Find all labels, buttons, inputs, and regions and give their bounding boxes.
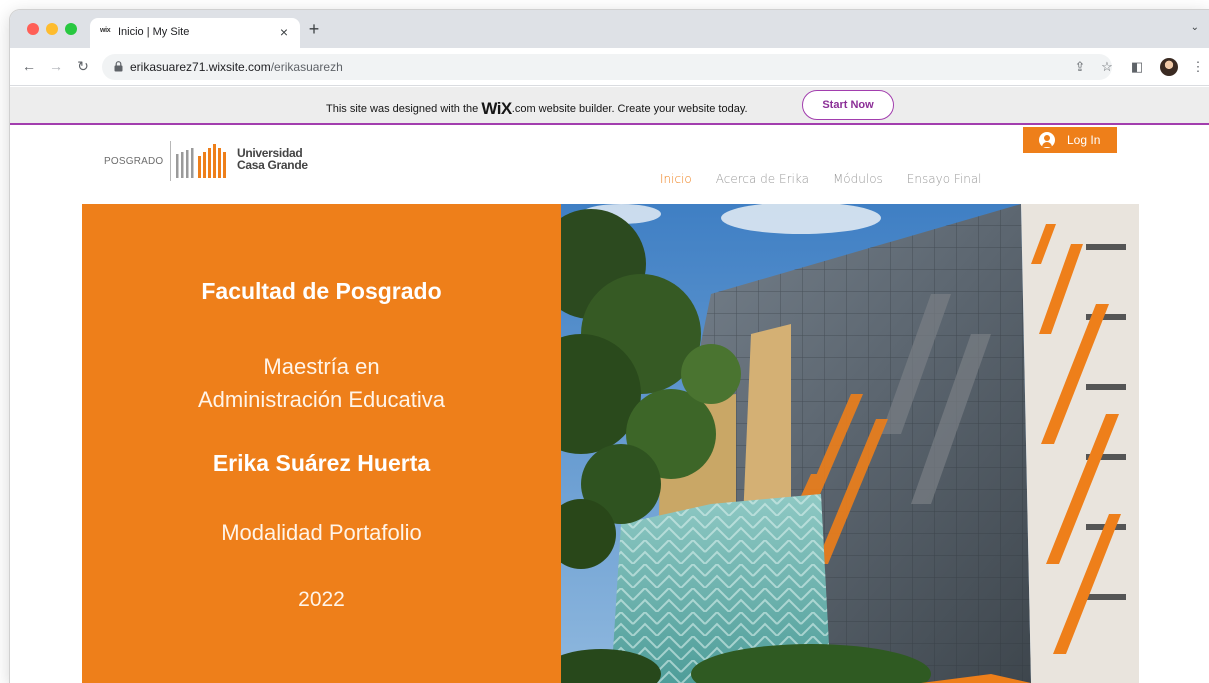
maximize-window-button[interactable]	[65, 23, 77, 35]
tab-close-icon[interactable]: ×	[280, 24, 288, 40]
hero-master-line-1: Maestría en	[263, 354, 380, 379]
back-arrow-icon[interactable]: ←	[20, 58, 38, 74]
logo-line-2: Casa Grande	[237, 158, 308, 172]
university-logo-mark-icon	[176, 144, 226, 178]
site-logo[interactable]: POSGRADO Universidad Casa Grande	[104, 139, 334, 183]
start-now-button[interactable]: Start Now	[802, 90, 894, 120]
wix-banner-text-before: This site was designed with the	[326, 103, 482, 115]
profile-avatar[interactable]	[1160, 58, 1178, 76]
user-avatar-icon	[1039, 132, 1055, 148]
browser-tab-active[interactable]: wix Inicio | My Site ×	[90, 18, 300, 48]
nav-item-inicio[interactable]: Inicio	[660, 172, 692, 190]
wix-promo-banner: This site was designed with the WiX.com …	[10, 87, 1209, 125]
star-icon[interactable]: ☆	[1099, 59, 1115, 75]
logo-posgrado-label: POSGRADO	[104, 156, 164, 167]
minimize-window-button[interactable]	[46, 23, 58, 35]
close-window-button[interactable]	[27, 23, 39, 35]
hero-section: Facultad de Posgrado Maestría en Administ…	[82, 204, 1139, 683]
side-panel-icon[interactable]: ◧	[1129, 59, 1145, 75]
logo-divider	[170, 141, 171, 181]
log-in-label: Log In	[1067, 133, 1101, 147]
hero-year: 2022	[298, 588, 345, 611]
nav-item-acerca-de-erika[interactable]: Acerca de Erika	[716, 172, 809, 190]
hero-master-program: Maestría en Administración Educativa	[82, 350, 561, 416]
share-icon[interactable]: ⇪	[1072, 59, 1088, 75]
hero-modality: Modalidad Portafolio	[221, 520, 422, 545]
nav-item-modulos[interactable]: Módulos	[833, 172, 883, 190]
browser-window: wix Inicio | My Site × + ⌄ ← → ↻ erikasu…	[10, 10, 1209, 683]
kebab-menu-icon[interactable]: ⋮	[1190, 59, 1206, 75]
url-host: erikasuarez71.wixsite.com	[130, 60, 271, 74]
building-illustration	[561, 204, 1139, 683]
wix-banner-text: This site was designed with the WiX.com …	[326, 99, 748, 119]
url-text: erikasuarez71.wixsite.com/erikasuarezh	[130, 60, 343, 74]
url-path: /erikasuarezh	[270, 60, 343, 74]
site-navigation: Inicio Acerca de Erika Módulos Ensayo Fi…	[660, 172, 1006, 190]
wix-favicon-icon: wix	[100, 27, 111, 34]
site-page: POSGRADO Universidad Casa Grande Log In I…	[10, 127, 1209, 683]
browser-toolbar: ← → ↻ erikasuarez71.wixsite.com/erikasua…	[10, 48, 1209, 86]
logo-university-name: Universidad Casa Grande	[237, 147, 308, 171]
wix-logo[interactable]: WiX	[481, 99, 512, 118]
lock-icon	[114, 61, 123, 72]
log-in-button[interactable]: Log In	[1023, 127, 1117, 153]
tab-search-chevron-icon[interactable]: ⌄	[1191, 22, 1199, 33]
reload-icon[interactable]: ↻	[74, 58, 92, 75]
new-tab-button[interactable]: +	[304, 19, 324, 40]
wix-banner-text-after: .com website builder. Create your websit…	[511, 103, 748, 115]
address-bar[interactable]: erikasuarez71.wixsite.com/erikasuarezh	[102, 54, 1112, 80]
hero-building-photo	[561, 204, 1139, 683]
hero-text-panel: Facultad de Posgrado Maestría en Administ…	[82, 204, 561, 683]
hero-faculty-title: Facultad de Posgrado	[201, 278, 442, 304]
tab-strip: wix Inicio | My Site × + ⌄	[10, 10, 1209, 48]
tab-title: Inicio | My Site	[118, 26, 190, 38]
hero-author-name: Erika Suárez Huerta	[212, 450, 431, 476]
forward-arrow-icon[interactable]: →	[47, 58, 65, 74]
hero-master-line-2: Administración Educativa	[197, 387, 445, 412]
nav-item-ensayo-final[interactable]: Ensayo Final	[907, 172, 982, 190]
